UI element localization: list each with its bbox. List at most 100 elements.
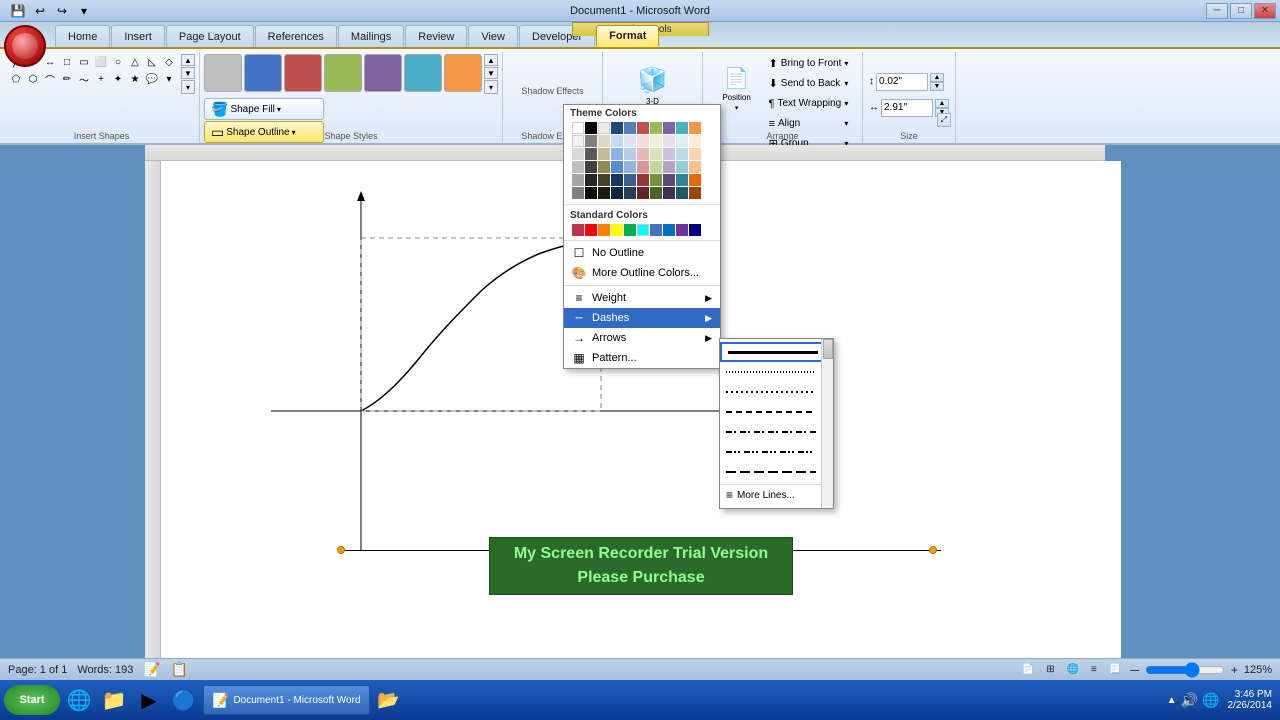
dashes-scrollbar[interactable]: [821, 339, 833, 508]
theme-color-0-5[interactable]: [637, 122, 649, 134]
view-outline-btn[interactable]: ≡: [1088, 663, 1100, 676]
theme-color-5-0[interactable]: [572, 187, 584, 199]
close-btn[interactable]: ✕: [1254, 3, 1276, 19]
bring-to-front-btn[interactable]: ⬆ Bring to Front ▾: [765, 54, 853, 73]
height-spin-down[interactable]: ▼: [930, 82, 944, 91]
weight-item[interactable]: ≡ Weight ▶: [564, 288, 720, 308]
theme-color-0-3[interactable]: [611, 122, 623, 134]
theme-color-5-3[interactable]: [611, 187, 623, 199]
theme-color-4-3[interactable]: [611, 174, 623, 186]
theme-color-2-2[interactable]: [598, 148, 610, 160]
no-outline-item[interactable]: ☐ No Outline: [564, 243, 720, 263]
swatches-dropdown[interactable]: ▾: [484, 80, 498, 94]
more-shape[interactable]: ▾: [161, 71, 177, 87]
swatch-red[interactable]: [284, 54, 322, 92]
curve-shape[interactable]: ⌒: [42, 71, 58, 87]
theme-color-1-4[interactable]: [624, 135, 636, 147]
theme-color-0-7[interactable]: [663, 122, 675, 134]
theme-color-4-7[interactable]: [663, 174, 675, 186]
swatch-green[interactable]: [324, 54, 362, 92]
theme-color-4-2[interactable]: [598, 174, 610, 186]
theme-color-3-5[interactable]: [637, 161, 649, 173]
swatches-scroll-up[interactable]: ▲: [484, 54, 498, 66]
theme-color-3-9[interactable]: [689, 161, 701, 173]
theme-color-2-4[interactable]: [624, 148, 636, 160]
shape-fill-btn[interactable]: 🪣 Shape Fill ▾: [204, 98, 324, 120]
theme-color-3-4[interactable]: [624, 161, 636, 173]
scribble-shape[interactable]: 〜: [76, 71, 92, 87]
taskbar-folder[interactable]: 📁: [98, 684, 130, 716]
shapes-scroll-down[interactable]: ▼: [181, 67, 195, 79]
tab-page-layout[interactable]: Page Layout: [166, 25, 254, 47]
swatch-teal[interactable]: [404, 54, 442, 92]
tab-insert[interactable]: Insert: [111, 25, 165, 47]
theme-color-5-4[interactable]: [624, 187, 636, 199]
rounded-rect-shape[interactable]: ▭: [76, 54, 92, 70]
tab-view[interactable]: View: [468, 25, 518, 47]
size-width-input[interactable]: [881, 99, 933, 117]
theme-color-3-8[interactable]: [676, 161, 688, 173]
std-color-5[interactable]: [637, 224, 649, 236]
dash-dotted-fine[interactable]: [720, 362, 833, 382]
triangle-shape[interactable]: △: [127, 54, 143, 70]
taskbar-chrome[interactable]: 🔵: [168, 684, 200, 716]
snip-rect-shape[interactable]: ⬜: [93, 54, 109, 70]
star4-shape[interactable]: ✦: [110, 71, 126, 87]
theme-color-5-8[interactable]: [676, 187, 688, 199]
view-fullscreen-btn[interactable]: ⊞: [1043, 663, 1057, 676]
theme-color-3-2[interactable]: [598, 161, 610, 173]
tray-up-arrow[interactable]: ▲: [1167, 695, 1177, 706]
theme-color-4-9[interactable]: [689, 174, 701, 186]
theme-color-2-5[interactable]: [637, 148, 649, 160]
theme-color-0-6[interactable]: [650, 122, 662, 134]
theme-color-1-8[interactable]: [676, 135, 688, 147]
office-button[interactable]: [4, 25, 46, 67]
swatch-purple[interactable]: [364, 54, 402, 92]
theme-color-0-8[interactable]: [676, 122, 688, 134]
minimize-btn[interactable]: ─: [1206, 3, 1228, 19]
theme-color-3-1[interactable]: [585, 161, 597, 173]
theme-color-4-8[interactable]: [676, 174, 688, 186]
size-expand-btn[interactable]: ⤢: [937, 113, 951, 127]
theme-color-1-1[interactable]: [585, 135, 597, 147]
dash-solid[interactable]: [720, 342, 833, 362]
diamond-shape[interactable]: ◇: [161, 54, 177, 70]
dash-dashed[interactable]: [720, 402, 833, 422]
star5-shape[interactable]: ★: [127, 71, 143, 87]
hexagon-shape[interactable]: ⬡: [25, 71, 41, 87]
pattern-item[interactable]: ▦ Pattern...: [564, 348, 720, 368]
swatches-scroll-down[interactable]: ▼: [484, 67, 498, 79]
std-color-7[interactable]: [663, 224, 675, 236]
rt-triangle-shape[interactable]: ◺: [144, 54, 160, 70]
zoom-in-btn[interactable]: +: [1231, 663, 1238, 677]
tab-references[interactable]: References: [255, 25, 337, 47]
text-wrapping-btn[interactable]: ¶ Text Wrapping ▾: [765, 94, 853, 113]
theme-color-1-3[interactable]: [611, 135, 623, 147]
theme-color-4-0[interactable]: [572, 174, 584, 186]
callout-shape[interactable]: 💬: [144, 71, 160, 87]
taskbar-ie[interactable]: 🌐: [63, 684, 95, 716]
theme-color-0-9[interactable]: [689, 122, 701, 134]
theme-color-1-5[interactable]: [637, 135, 649, 147]
width-spin-up[interactable]: ▲: [935, 99, 949, 108]
std-color-2[interactable]: [598, 224, 610, 236]
theme-color-4-1[interactable]: [585, 174, 597, 186]
theme-color-5-9[interactable]: [689, 187, 701, 199]
theme-color-4-6[interactable]: [650, 174, 662, 186]
dash-dotted[interactable]: [720, 382, 833, 402]
std-color-9[interactable]: [689, 224, 701, 236]
size-height-input[interactable]: [876, 73, 928, 91]
taskbar-word-btn[interactable]: 📝 Document1 - Microsoft Word: [203, 685, 370, 715]
theme-color-5-5[interactable]: [637, 187, 649, 199]
std-color-4[interactable]: [624, 224, 636, 236]
theme-color-1-7[interactable]: [663, 135, 675, 147]
theme-color-0-4[interactable]: [624, 122, 636, 134]
oval-shape[interactable]: ○: [110, 54, 126, 70]
zoom-slider[interactable]: [1145, 665, 1225, 675]
std-color-3[interactable]: [611, 224, 623, 236]
office-orb[interactable]: [0, 22, 50, 69]
dash-dash-dot-dot[interactable]: [720, 442, 833, 462]
theme-color-1-9[interactable]: [689, 135, 701, 147]
send-to-back-btn[interactable]: ⬇ Send to Back ▾: [765, 74, 853, 93]
theme-color-2-3[interactable]: [611, 148, 623, 160]
